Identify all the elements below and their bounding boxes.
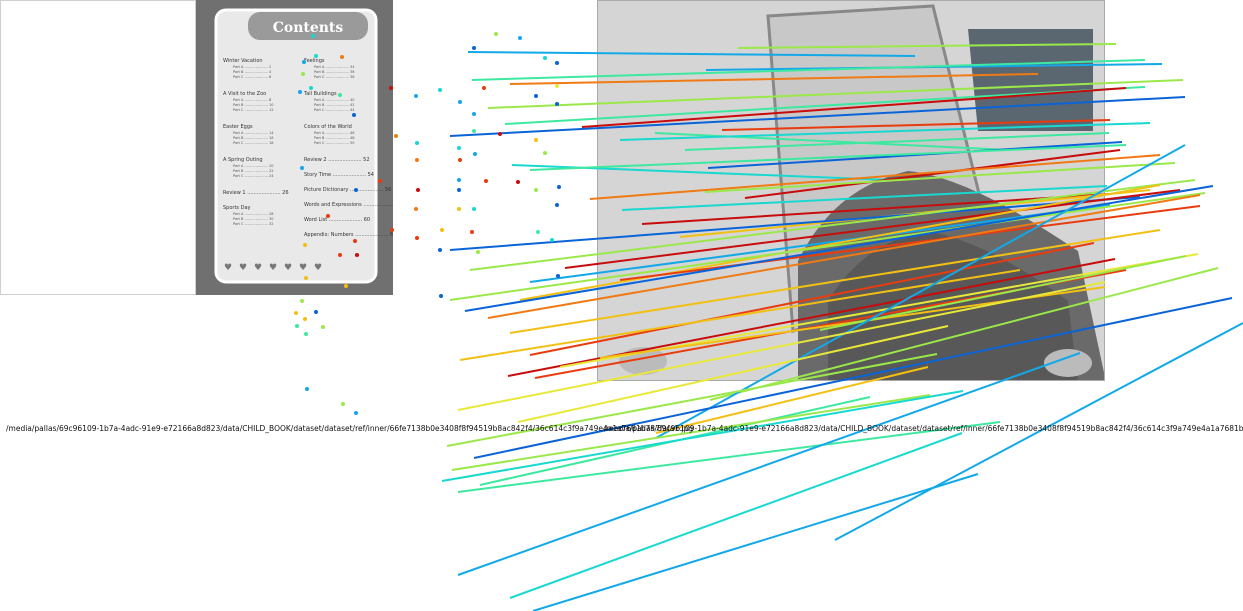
keypoint-dot <box>416 188 420 192</box>
keypoint-dot <box>338 93 342 97</box>
keypoint-dot <box>301 72 305 76</box>
keypoint-dot <box>550 238 554 242</box>
keypoint-dot <box>389 86 393 90</box>
match-line <box>449 96 1186 137</box>
keypoint-dot <box>498 132 502 136</box>
keypoint-dot <box>353 239 357 243</box>
keypoint-dot <box>472 46 476 50</box>
keypoint-dot <box>311 34 315 38</box>
match-line <box>529 242 1095 356</box>
keypoint-dot <box>355 253 359 257</box>
match-line <box>467 51 916 57</box>
keypoint-dot <box>341 402 345 406</box>
match-line <box>721 119 1111 131</box>
keypoint-dot <box>555 203 559 207</box>
keypoint-dot <box>294 311 298 315</box>
keypoint-dot <box>557 185 561 189</box>
keypoint-dot <box>354 411 358 415</box>
keypoint-dot <box>305 387 309 391</box>
keypoint-dot <box>300 299 304 303</box>
keypoint-dot <box>516 180 520 184</box>
keypoint-dot <box>555 84 559 88</box>
keypoint-dot <box>534 94 538 98</box>
keypoint-dot <box>326 214 330 218</box>
keypoint-dot <box>534 138 538 142</box>
match-line <box>519 184 1161 301</box>
match-line <box>511 164 891 181</box>
keypoint-dot <box>303 243 307 247</box>
keypoint-dot <box>543 151 547 155</box>
keypoint-dot <box>484 179 488 183</box>
keypoint-dot <box>543 56 547 60</box>
match-line <box>655 144 1186 439</box>
right-image-path: /media/pallas/69c96109-1b7a-4adc-91e9-e7… <box>604 424 1243 433</box>
keypoint-dot <box>295 324 299 328</box>
keypoint-dot <box>314 310 318 314</box>
match-line <box>469 179 1196 271</box>
keypoint-dot <box>415 236 419 240</box>
match-line <box>654 132 1011 151</box>
keypoint-dot <box>354 188 358 192</box>
keypoint-dot <box>458 158 462 162</box>
match-line <box>471 59 1146 81</box>
keypoint-dot <box>472 129 476 133</box>
keypoint-dot <box>340 55 344 59</box>
keypoint-dot <box>518 36 522 40</box>
keypoint-dot <box>415 158 419 162</box>
match-line <box>744 149 1121 199</box>
keypoint-dot <box>303 317 307 321</box>
keypoint-dot <box>302 60 306 64</box>
keypoint-dot <box>304 332 308 336</box>
keypoint-dot <box>298 90 302 94</box>
keypoint-dot <box>457 207 461 211</box>
keypoint-dot <box>472 112 476 116</box>
match-line <box>589 154 1161 200</box>
keypoint-dot <box>415 141 419 145</box>
keypoint-dot <box>439 294 443 298</box>
keypoint-dot <box>457 146 461 150</box>
keypoint-dot <box>304 276 308 280</box>
keypoint-dot <box>473 152 477 156</box>
match-line <box>532 473 979 611</box>
left-image-path: /media/pallas/69c96109-1b7a-4adc-91e9-e7… <box>6 424 694 433</box>
keypoint-dot <box>309 86 313 90</box>
keypoint-dot <box>394 134 398 138</box>
keypoint-dot <box>438 248 442 252</box>
keypoint-dot <box>556 274 560 278</box>
keypoint-dot <box>482 86 486 90</box>
keypoint-dot <box>390 228 394 232</box>
keypoint-dot <box>440 228 444 232</box>
keypoint-dot <box>344 284 348 288</box>
match-line <box>529 204 1111 283</box>
match-line <box>487 79 1184 109</box>
keypoint-dot <box>457 178 461 182</box>
match-line <box>464 185 1214 312</box>
match-line <box>737 43 1117 49</box>
keypoint-dot <box>534 188 538 192</box>
keypoint-dot <box>555 61 559 65</box>
match-lines-overlay <box>294 32 1243 611</box>
keypoint-dot <box>321 325 325 329</box>
match-line <box>509 73 1039 85</box>
keypoint-dot <box>352 113 356 117</box>
keypoint-dot <box>470 230 474 234</box>
keypoint-dot <box>457 188 461 192</box>
keypoint-dot <box>536 230 540 234</box>
keypoint-dot <box>438 88 442 92</box>
match-line <box>704 162 1176 193</box>
keypoint-dot <box>414 94 418 98</box>
keypoint-dot <box>314 54 318 58</box>
keypoint-dot <box>378 179 382 183</box>
match-line <box>529 144 1127 171</box>
keypoint-dot <box>494 32 498 36</box>
keypoint-dot <box>472 207 476 211</box>
keypoint-dot <box>338 253 342 257</box>
keypoint-dot <box>414 207 418 211</box>
keypoint-dot <box>555 102 559 106</box>
keypoint-dot <box>458 100 462 104</box>
keypoint-dot <box>476 250 480 254</box>
match-line <box>564 189 1181 269</box>
keypoint-dot <box>300 166 304 170</box>
